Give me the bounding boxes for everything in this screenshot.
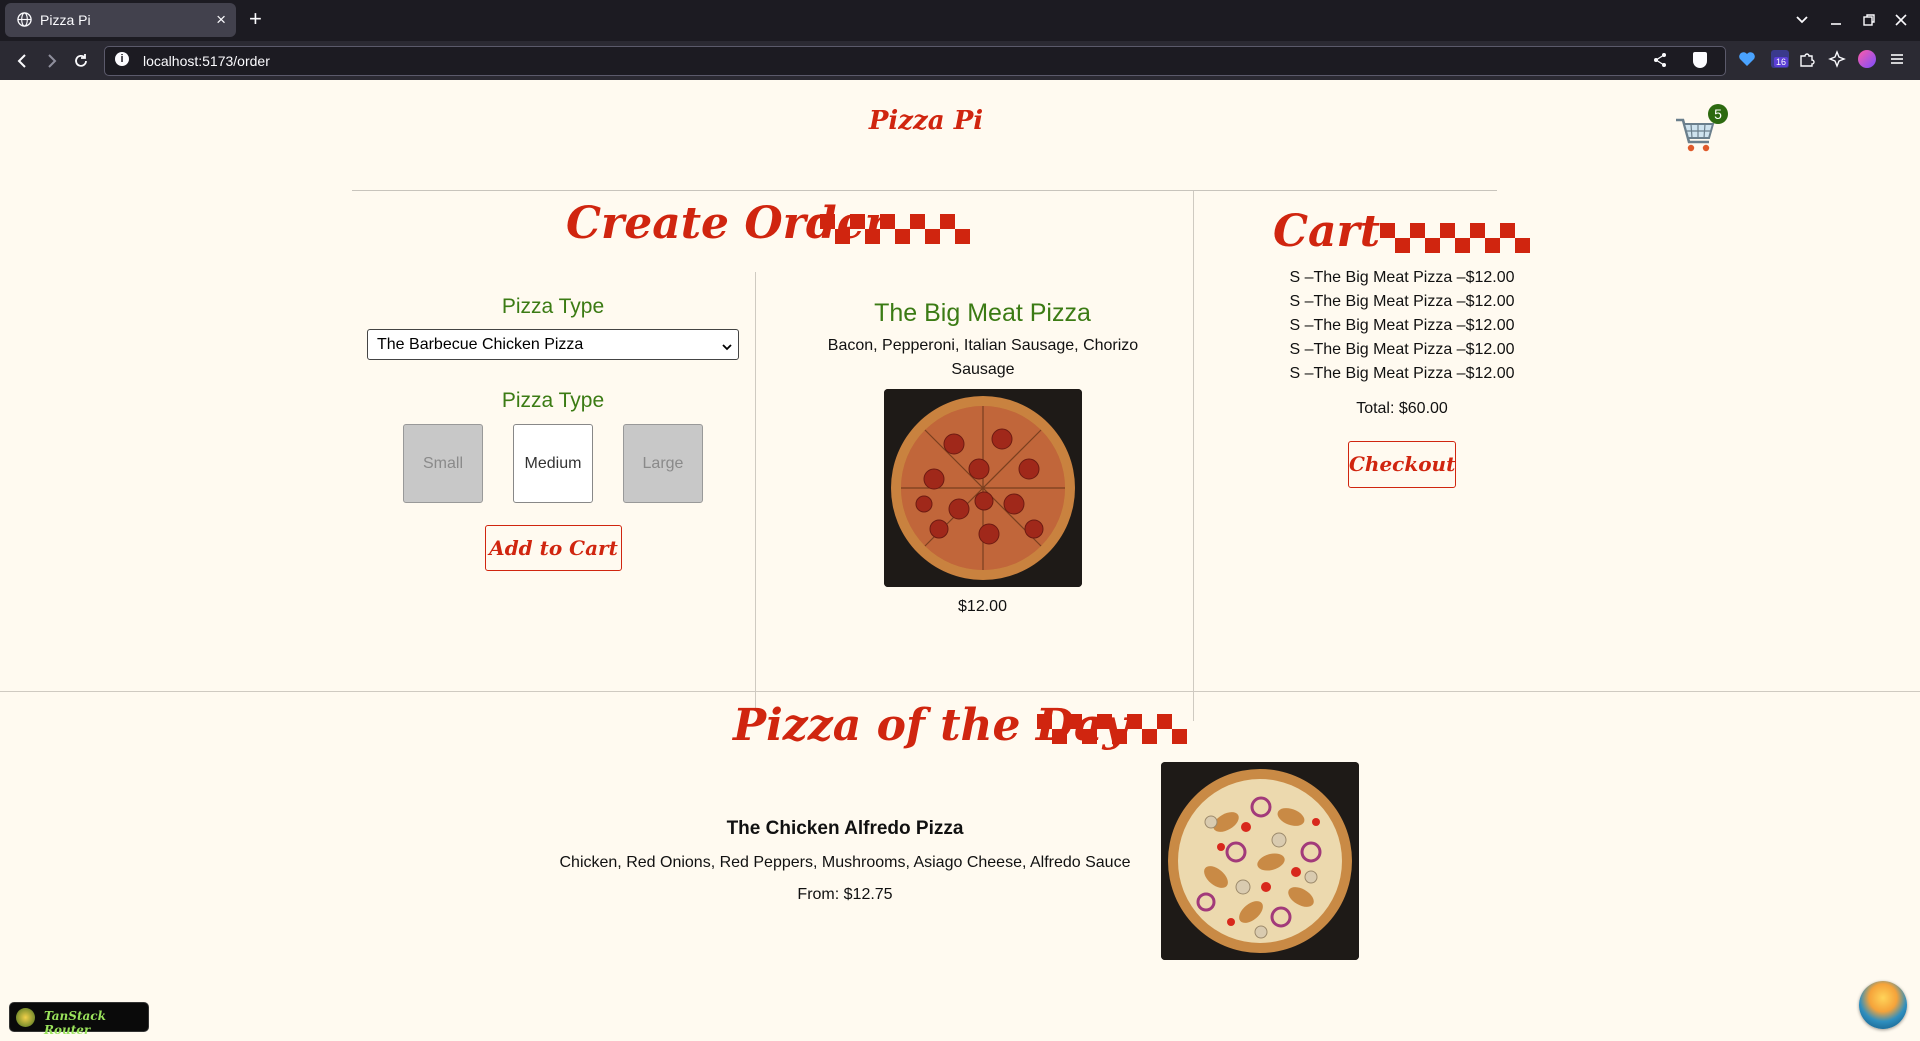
tanstack-router-devtools-button[interactable]: TanStack Router [9,1002,149,1037]
header-divider [352,190,1497,191]
brave-shield-icon[interactable] [1693,52,1707,68]
pizza-type-value: The Barbecue Chicken Pizza [377,336,584,353]
cart-divider [1193,191,1194,721]
tab-list-chevron-icon[interactable] [1795,13,1809,27]
cart-item: S –The Big Meat Pizza –$12.00 [1289,341,1515,358]
forward-icon[interactable] [44,53,60,69]
pizza-of-the-day-image [1161,762,1359,960]
checker-decoration [1037,714,1187,744]
pizza-of-the-day-ingredients: Chicken, Red Onions, Red Peppers, Mushro… [559,854,1131,871]
browser-tab[interactable]: Pizza Pi × [5,3,236,37]
tab-close-icon[interactable]: × [216,10,226,30]
size-small-button[interactable]: Small [403,424,483,503]
order-preview-divider [755,272,756,710]
site-info-icon[interactable]: i [115,52,129,66]
site-logo[interactable]: Pizza Pi [0,106,1852,136]
address-bar[interactable]: i localhost:5173/order [104,46,1726,76]
cart-button[interactable]: 5 [1674,104,1728,156]
add-to-cart-button[interactable]: Add to Cart [485,525,622,571]
checkout-button[interactable]: Checkout [1348,441,1456,488]
checker-decoration [1380,223,1530,253]
size-medium-button[interactable]: Medium [513,424,593,503]
pizza-of-the-day-name: The Chicken Alfredo Pizza [726,818,964,839]
heart-extension-icon[interactable] [1738,50,1756,68]
checker-decoration [820,214,970,244]
minimize-icon[interactable] [1829,13,1843,27]
pizza-of-the-day-price: From: $12.75 [797,886,893,903]
reload-icon[interactable] [73,53,89,69]
tab-title: Pizza Pi [40,12,91,28]
page: Pizza Pi 5 Create Order Pizza Type The B… [0,80,1920,1041]
restore-icon[interactable] [1862,13,1876,27]
devtools-label: TanStack Router [44,1009,106,1037]
cart-items-list: S –The Big Meat Pizza –$12.00 S –The Big… [1200,266,1604,386]
sparkle-icon[interactable] [1828,50,1846,68]
section-divider [0,691,1920,692]
puzzle-extensions-icon[interactable] [1798,50,1816,68]
preview-pizza-name: The Big Meat Pizza [874,299,1091,327]
cart-item: S –The Big Meat Pizza –$12.00 [1289,269,1515,286]
new-tab-button[interactable]: + [249,6,262,32]
browser-tab-bar: Pizza Pi × + [0,0,1920,41]
cart-item: S –The Big Meat Pizza –$12.00 [1289,365,1515,382]
pizza-size-label: Pizza Type [501,389,605,412]
tanstack-logo-icon [16,1008,35,1027]
address-url[interactable]: localhost:5173/order [143,53,270,69]
browser-nav-bar: i localhost:5173/order 16 [0,41,1920,80]
globe-icon [17,12,32,27]
back-icon[interactable] [14,53,30,69]
menu-icon[interactable] [1888,50,1906,68]
size-large-button[interactable]: Large [623,424,703,503]
cart-title: Cart [1273,206,1381,257]
cart-total: Total: $60.00 [1356,400,1448,417]
wallet-extension-icon[interactable]: 16 [1771,50,1789,68]
preview-pizza-ingredients: Bacon, Pepperoni, Italian Sausage, Chori… [827,337,1139,378]
share-icon[interactable] [1653,52,1667,68]
cart-count-badge: 5 [1708,104,1728,124]
window-close-icon[interactable] [1894,13,1908,27]
profile-avatar-icon[interactable] [1858,50,1876,68]
preview-pizza-image [884,389,1082,587]
cart-item: S –The Big Meat Pizza –$12.00 [1289,317,1515,334]
extension-badge: 16 [1774,57,1789,67]
preview-pizza-price: $12.00 [958,598,1007,615]
pizza-type-select[interactable]: The Barbecue Chicken Pizza [367,329,739,360]
cart-item: S –The Big Meat Pizza –$12.00 [1289,293,1515,310]
chevron-down-icon [722,344,732,351]
query-devtools-logo-icon[interactable] [1859,981,1907,1029]
pizza-type-label: Pizza Type [501,295,605,318]
